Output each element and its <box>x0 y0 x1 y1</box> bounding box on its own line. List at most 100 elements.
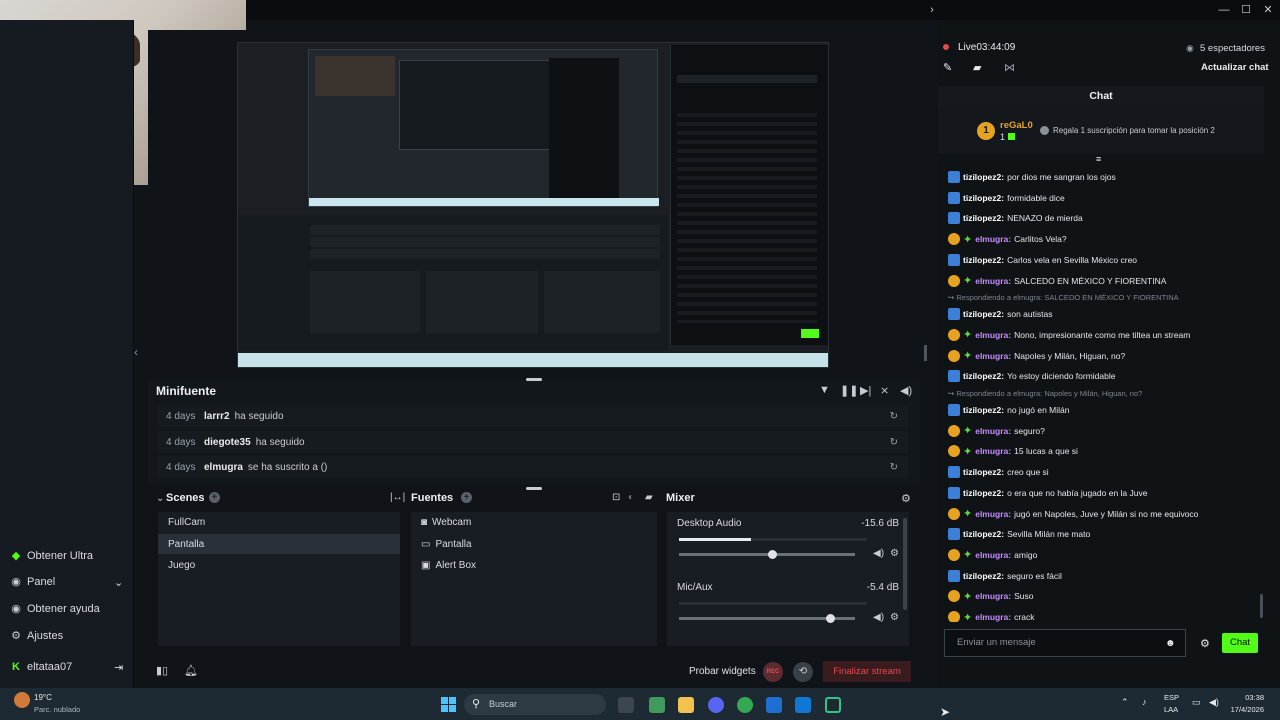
store-icon[interactable] <box>766 697 782 713</box>
nav-help[interactable]: ◉ Obtener ayuda <box>10 600 130 618</box>
volume-icon[interactable]: ◀) <box>873 548 884 559</box>
task-view-icon[interactable] <box>618 697 634 713</box>
replay-icon[interactable]: ↻ <box>890 411 898 422</box>
chat-username[interactable]: elmugra <box>975 591 1008 601</box>
pause-icon[interactable]: ❚❚ <box>840 384 858 397</box>
chat-message[interactable]: tizilopez2: o era que no había jugado en … <box>948 484 1258 502</box>
stats-icon[interactable]: ▮▯ <box>156 664 168 677</box>
chat-message[interactable]: ✦ elmugra: Suso <box>948 587 1258 605</box>
collapse-icon[interactable]: ⌄ <box>156 493 164 504</box>
volume-slider-knob[interactable] <box>826 614 836 623</box>
clock-time[interactable]: 03:38 <box>1232 693 1264 702</box>
mixer-scrollbar[interactable] <box>903 518 907 610</box>
logout-icon[interactable]: ⇥ <box>114 661 123 674</box>
chat-message[interactable]: ✦ elmugra: SALCEDO EN MÉXICO Y FIORENTINA <box>948 272 1258 290</box>
chat-message[interactable]: tizilopez2: seguro es fácil <box>948 567 1258 585</box>
source-item-screen[interactable]: ▭ Pantalla <box>411 534 657 554</box>
discord-icon[interactable] <box>708 697 724 713</box>
chat-username[interactable]: elmugra <box>975 446 1008 456</box>
chat-input[interactable]: Enviar un mensaje <box>944 629 1186 657</box>
record-button[interactable]: REC <box>763 662 783 682</box>
minimize-button[interactable]: — <box>1214 2 1234 18</box>
chat-username[interactable]: tizilopez2 <box>963 529 1001 539</box>
chat-message[interactable]: ✦ elmugra: Napoles y Milán, Higuan, no? <box>948 347 1258 365</box>
chat-message[interactable]: ✦ elmugra: Carlitos Vela? <box>948 230 1258 248</box>
chat-username[interactable]: tizilopez2 <box>963 172 1001 182</box>
chat-username[interactable]: tizilopez2 <box>963 488 1001 498</box>
drag-handle[interactable] <box>526 378 542 381</box>
weather-icon[interactable] <box>14 692 30 708</box>
chat-username[interactable]: tizilopez2 <box>963 405 1001 415</box>
chat-username[interactable]: elmugra <box>975 550 1008 560</box>
pinned-toggle-icon[interactable]: ≡ <box>1096 154 1101 164</box>
chat-username[interactable]: tizilopez2 <box>963 309 1001 319</box>
windows-start-icon[interactable] <box>441 697 456 712</box>
nav-get-ultra[interactable]: ◆ Obtener Ultra <box>10 547 130 565</box>
chat-message[interactable]: ✦ elmugra: crack <box>948 608 1258 622</box>
nav-user[interactable]: Keltataa07 ⇥ <box>10 658 130 676</box>
chat-username[interactable]: elmugra <box>975 612 1008 622</box>
chat-username[interactable]: tizilopez2 <box>963 371 1001 381</box>
emoji-icon[interactable]: ☻ <box>1165 638 1176 649</box>
scene-transition-icon[interactable]: |↔| <box>390 492 405 503</box>
test-widgets-button[interactable]: Probar widgets <box>689 666 756 677</box>
network-icon[interactable]: ▭ <box>1192 697 1201 708</box>
streamlabs-icon[interactable] <box>825 697 841 713</box>
chat-message[interactable]: tizilopez2: son autistas <box>948 305 1258 323</box>
volume-icon[interactable]: ◀) <box>900 384 912 397</box>
mute-alerts-icon[interactable]: ⨯ <box>880 384 889 397</box>
close-button[interactable]: ✕ <box>1258 2 1278 18</box>
chat-message[interactable]: ✦ elmugra: seguro? <box>948 422 1258 440</box>
volume-slider-knob[interactable] <box>768 550 778 559</box>
nav-settings[interactable]: ⚙ Ajustes <box>10 627 130 645</box>
source-item-webcam[interactable]: ◙ Webcam <box>411 512 657 532</box>
chat-message[interactable]: tizilopez2: NENAZO de mierda <box>948 209 1258 227</box>
scene-item[interactable]: Pantalla <box>158 534 400 554</box>
gear-icon[interactable]: ⚙ <box>890 612 899 623</box>
scene-item[interactable]: Juego <box>158 555 400 575</box>
chat-username[interactable]: tizilopez2 <box>963 571 1001 581</box>
maximize-button[interactable]: ☐ <box>1236 2 1256 18</box>
notifications-icon[interactable]: 🔔︎ <box>184 664 198 677</box>
replay-buffer-icon[interactable]: ⟲ <box>793 662 813 682</box>
edit-icon[interactable]: ✎ <box>943 61 952 74</box>
skip-icon[interactable]: ▶| <box>860 384 871 397</box>
scene-item[interactable]: FullCam <box>158 512 400 532</box>
chat-username[interactable]: tizilopez2 <box>963 255 1001 265</box>
chat-message[interactable]: tizilopez2: por dios me sangran los ojos <box>948 168 1258 186</box>
chrome-icon[interactable] <box>737 697 753 713</box>
collapse-left-icon[interactable]: ‹ <box>134 345 138 359</box>
chat-settings-icon[interactable]: ⚙ <box>1200 637 1210 650</box>
chat-message[interactable]: ✦ elmugra: amigo <box>948 546 1258 564</box>
end-stream-button[interactable]: Finalizar stream <box>823 661 911 682</box>
chat-message[interactable]: tizilopez2: Yo estoy diciendo formidable <box>948 367 1258 385</box>
microphone-icon[interactable]: ♪ <box>1142 697 1147 707</box>
chat-username[interactable]: tizilopez2 <box>963 213 1001 223</box>
volume-icon[interactable]: ◀) <box>873 612 884 623</box>
filter-icon[interactable]: ▼ <box>819 384 830 396</box>
popout-icon[interactable]: ▰ <box>973 61 981 74</box>
chat-message[interactable]: ✦ elmugra: jugó en Napoles, Juve y Milán s… <box>948 505 1258 523</box>
chat-username[interactable]: elmugra <box>975 509 1008 519</box>
add-scene-button[interactable]: + <box>209 492 220 503</box>
lang-top[interactable]: ESP <box>1164 693 1179 702</box>
chat-username[interactable]: elmugra <box>975 426 1008 436</box>
chat-scrollbar[interactable] <box>1260 594 1263 618</box>
volume-slider[interactable] <box>679 553 855 556</box>
chat-message[interactable]: tizilopez2: creo que si <box>948 463 1258 481</box>
resize-handle[interactable] <box>924 345 927 361</box>
refresh-chat-button[interactable]: Actualizar chat <box>1201 62 1269 73</box>
replay-icon[interactable]: ↻ <box>890 437 898 448</box>
chat-username[interactable]: tizilopez2 <box>963 467 1001 477</box>
chat-message[interactable]: ✦ elmugra:15 lucas a que si <box>948 442 1258 460</box>
source-filter-icon[interactable]: ◐ <box>628 492 634 503</box>
nav-panel[interactable]: ◉ Panel ⌄ <box>10 573 130 591</box>
mixer-settings-icon[interactable]: ⚙ <box>901 492 911 505</box>
chat-message[interactable]: tizilopez2: Carlos vela en Sevilla México… <box>948 251 1258 269</box>
taskbar-search[interactable]: ⚲ Buscar <box>464 694 606 715</box>
mail-icon[interactable] <box>795 697 811 713</box>
chevron-up-icon[interactable]: ⌃ <box>1121 697 1129 708</box>
file-explorer-icon[interactable] <box>678 697 694 713</box>
app-icon[interactable] <box>649 697 665 713</box>
send-chat-button[interactable]: Chat <box>1222 633 1258 653</box>
